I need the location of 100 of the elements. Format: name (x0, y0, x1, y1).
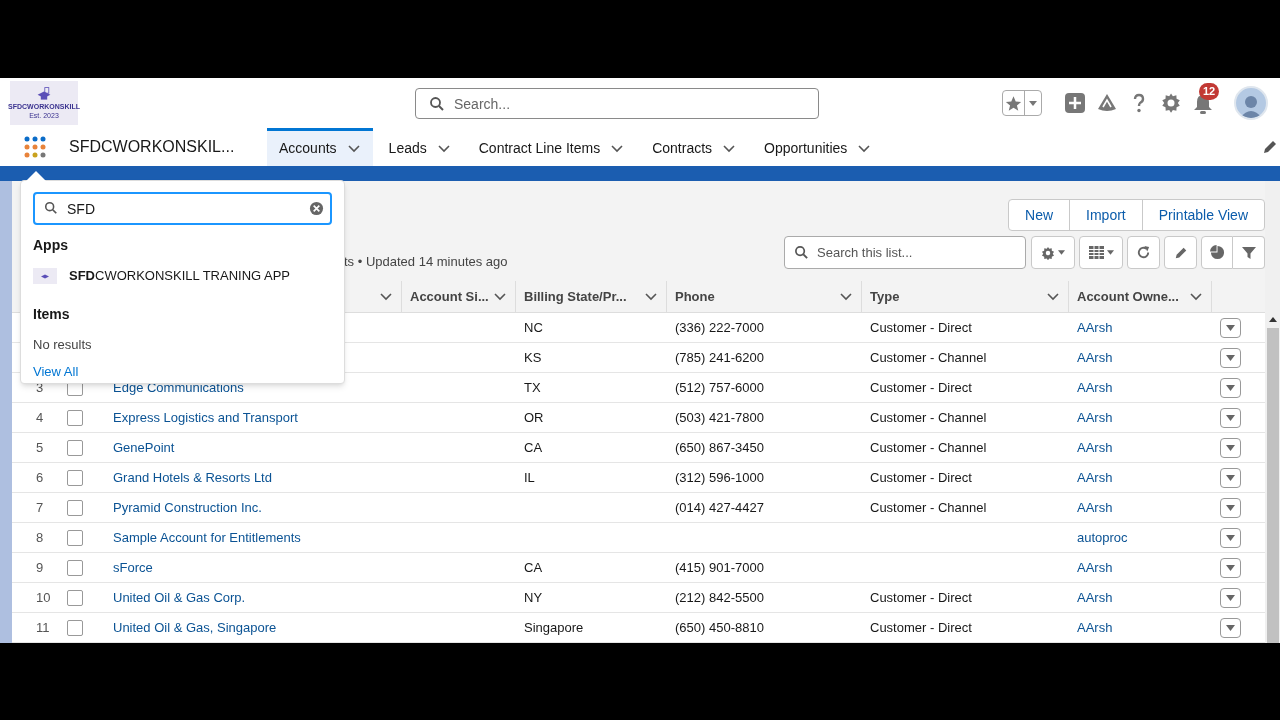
owner-link[interactable]: AArsh (1077, 469, 1113, 485)
trailhead-icon[interactable] (1096, 92, 1118, 114)
owner-link[interactable]: AArsh (1077, 559, 1113, 575)
row-checkbox[interactable] (67, 619, 83, 636)
owner-link[interactable]: AArsh (1077, 319, 1113, 335)
caret-icon (1226, 384, 1235, 391)
app-result-item[interactable]: SFDCWORKONSKILL TRANING APP (33, 266, 332, 286)
row-checkbox[interactable] (67, 439, 83, 456)
row-actions-button[interactable] (1220, 527, 1241, 548)
owner-link[interactable]: AArsh (1077, 499, 1113, 515)
table-cell: Customer - Channel (870, 349, 987, 365)
pencil-icon (1173, 245, 1188, 260)
row-actions-button[interactable] (1220, 377, 1241, 398)
table-cell: CA (524, 439, 543, 455)
charts-button[interactable] (1201, 236, 1233, 269)
column-header[interactable]: Phone (667, 281, 862, 312)
caret-icon (1226, 594, 1235, 601)
plus-icon[interactable] (1064, 92, 1086, 114)
list-settings-button[interactable] (1031, 236, 1075, 269)
display-as-button[interactable] (1079, 236, 1123, 269)
table-cell: (785) 241-6200 (675, 349, 764, 365)
star-icon (1003, 91, 1025, 115)
scrollbar-thumb[interactable] (1266, 328, 1279, 643)
row-actions-button[interactable] (1220, 467, 1241, 488)
nav-tab[interactable]: Contract Line Items (466, 128, 637, 166)
column-header[interactable]: Account Si... (402, 281, 516, 312)
row-checkbox[interactable] (67, 559, 83, 576)
nav-tab[interactable]: Leads (376, 128, 463, 166)
app-name: SFDCWORKONSKIL... (69, 138, 235, 155)
account-link[interactable]: United Oil & Gas Corp. (113, 589, 246, 605)
row-actions-button[interactable] (1220, 317, 1241, 338)
owner-link[interactable]: AArsh (1077, 589, 1113, 605)
table-cell: Customer - Channel (870, 409, 987, 425)
owner-link[interactable]: AArsh (1077, 409, 1113, 425)
action-button[interactable]: Printable View (1141, 200, 1264, 230)
row-checkbox[interactable] (67, 589, 83, 606)
app-launcher-icon[interactable] (24, 136, 46, 158)
owner-link[interactable]: AArsh (1077, 439, 1113, 455)
row-actions-button[interactable] (1220, 497, 1241, 518)
row-checkbox[interactable] (67, 469, 83, 486)
pencil-icon[interactable] (1262, 139, 1278, 155)
account-link[interactable]: Grand Hotels & Resorts Ltd (113, 469, 272, 485)
table-cell: (415) 901-7000 (675, 559, 764, 575)
scrollbar[interactable] (1265, 181, 1280, 643)
account-link[interactable]: United Oil & Gas, Singapore (113, 619, 277, 635)
table-cell: (014) 427-4427 (675, 499, 764, 515)
row-actions-button[interactable] (1220, 407, 1241, 428)
action-button[interactable]: Import (1069, 200, 1142, 230)
view-all-link[interactable]: View All (33, 362, 79, 382)
column-header[interactable]: Billing State/Pr... (516, 281, 667, 312)
column-header[interactable]: Account Owne... (1069, 281, 1212, 312)
table-cell: (650) 867-3450 (675, 439, 764, 455)
row-checkbox[interactable] (67, 499, 83, 516)
table-cell: Customer - Direct (870, 469, 972, 485)
avatar[interactable] (1234, 86, 1268, 120)
table-cell: IL (524, 469, 535, 485)
owner-link[interactable]: AArsh (1077, 619, 1113, 635)
clear-icon[interactable] (309, 201, 324, 216)
arrow-up-icon[interactable] (1268, 317, 1277, 322)
section-heading: Apps (33, 236, 69, 255)
filter-icon (1241, 245, 1256, 260)
owner-link[interactable]: autoproc (1077, 529, 1128, 545)
account-link[interactable]: Express Logistics and Transport (113, 409, 298, 425)
row-actions-button[interactable] (1220, 347, 1241, 368)
table-cell: (336) 222-7000 (675, 319, 764, 335)
launcher-search-field[interactable]: SFD (33, 192, 332, 225)
owner-link[interactable]: AArsh (1077, 379, 1113, 395)
favorites-button[interactable] (1002, 90, 1042, 116)
owner-link[interactable]: AArsh (1077, 349, 1113, 365)
account-link[interactable]: sForce (113, 559, 153, 575)
table-cell: TX (524, 379, 541, 395)
global-search-field[interactable]: Search... (415, 88, 819, 119)
caret-icon (1226, 414, 1235, 421)
nav-tab[interactable]: Contracts (640, 128, 749, 166)
row-number: 9 (36, 559, 44, 575)
settings-icon[interactable] (1160, 92, 1182, 114)
pie-chart-icon (1209, 245, 1225, 260)
no-results-text: No results (33, 335, 93, 354)
nav-tab[interactable]: Accounts (267, 128, 373, 166)
row-actions-button[interactable] (1220, 437, 1241, 458)
list-status-text: ts • Updated 14 minutes ago (344, 253, 508, 271)
filter-button[interactable] (1233, 236, 1265, 269)
nav-tab[interactable]: Opportunities (752, 128, 884, 166)
account-link[interactable]: Sample Account for Entitlements (113, 529, 301, 545)
list-search-field[interactable]: Search this list... (784, 236, 1026, 269)
action-button[interactable]: New (1009, 200, 1070, 230)
caret-icon (1226, 444, 1235, 451)
account-link[interactable]: GenePoint (113, 439, 175, 455)
row-checkbox[interactable] (67, 529, 83, 546)
caret-icon (1106, 250, 1114, 255)
caret-icon (1029, 100, 1037, 106)
column-header[interactable]: Type (862, 281, 1069, 312)
row-actions-button[interactable] (1220, 557, 1241, 578)
row-checkbox[interactable] (67, 409, 83, 426)
edit-button[interactable] (1164, 236, 1197, 269)
account-link[interactable]: Pyramid Construction Inc. (113, 499, 262, 515)
row-actions-button[interactable] (1220, 587, 1241, 608)
row-actions-button[interactable] (1220, 617, 1241, 638)
table-cell: Singapore (524, 619, 584, 635)
refresh-button[interactable] (1127, 236, 1160, 269)
